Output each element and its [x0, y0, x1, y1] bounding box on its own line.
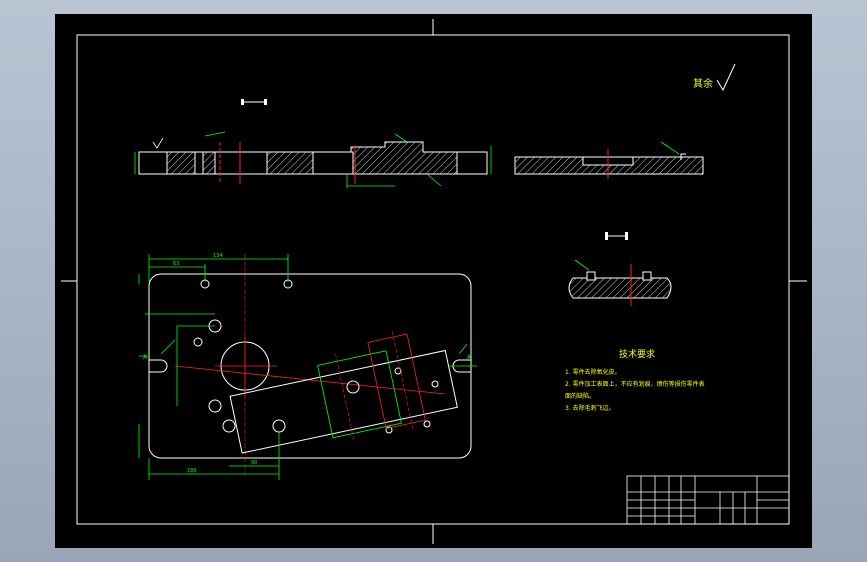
outer-frame	[76, 34, 790, 525]
title-block	[626, 475, 790, 525]
cad-viewport[interactable]: 其余 134 63 A A 186 90 技术要求 1. 零件去除氧化皮。 2.…	[0, 0, 867, 562]
dim-bottom-mid: 90	[251, 460, 257, 466]
tech-item-1: 1. 零件去除氧化皮。	[565, 368, 621, 376]
drawing-sheet: 其余 134 63 A A 186 90 技术要求 1. 零件去除氧化皮。 2.…	[55, 14, 812, 548]
dim-top-width: 134	[213, 253, 223, 259]
dim-bottom-width: 186	[187, 468, 197, 474]
drawing-canvas: 其余 134 63 A A 186 90 技术要求 1. 零件去除氧化皮。 2.…	[61, 19, 807, 544]
section-label-right	[605, 232, 628, 240]
technical-requirements: 技术要求 1. 零件去除氧化皮。 2. 零件加工表面上，不应有划痕、擦伤等损伤零…	[565, 348, 705, 412]
plan-view: 134 63 A A 186 90	[138, 253, 477, 480]
dim-left-a: A	[143, 354, 148, 361]
tech-title: 技术要求	[619, 348, 655, 360]
center-marks	[61, 19, 807, 544]
roughness-symbol: 其余	[693, 63, 736, 92]
section-label-top	[241, 99, 267, 105]
front-section-view	[134, 131, 492, 188]
dim-top-left: 63	[173, 261, 179, 267]
tech-item-3: 面的缺陷。	[565, 392, 595, 400]
roughness-label: 其余	[693, 77, 713, 90]
tech-item-2: 2. 零件加工表面上，不应有划痕、擦伤等损伤零件表	[565, 380, 705, 388]
tech-item-4: 3. 去除毛刺飞边。	[565, 404, 615, 412]
detail-section-view	[568, 259, 672, 306]
side-section-view	[514, 141, 704, 179]
